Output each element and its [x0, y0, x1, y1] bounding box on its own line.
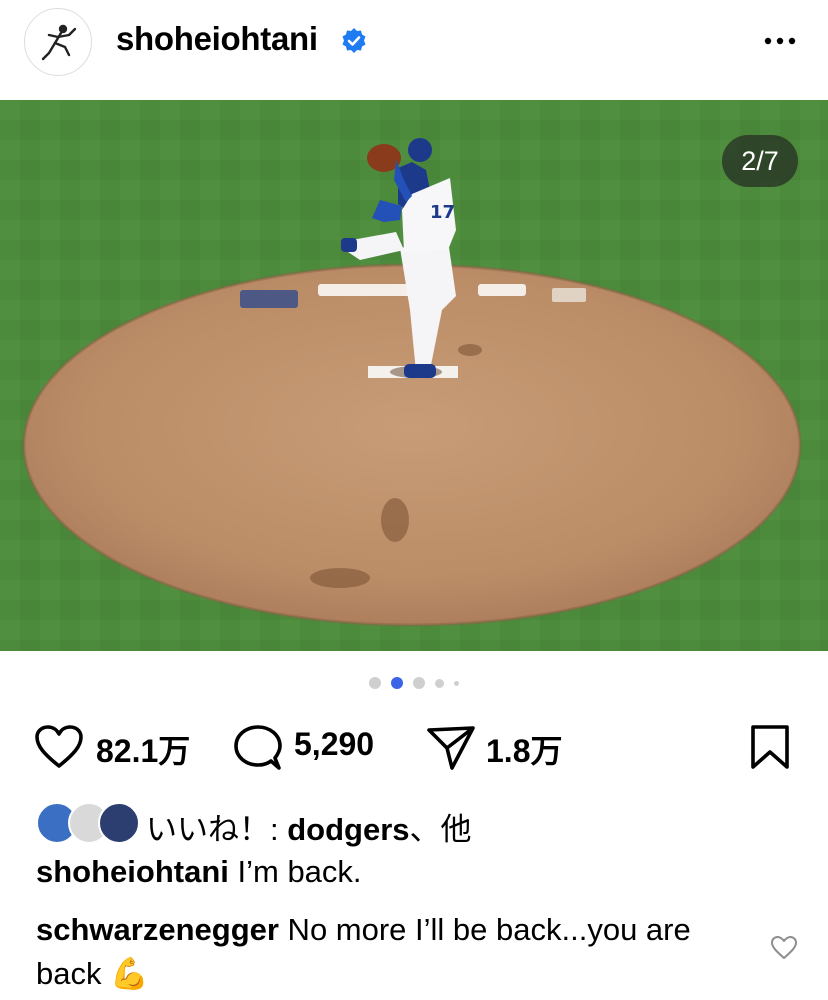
comment-like-heart-icon[interactable]: [770, 935, 798, 961]
more-options-icon[interactable]: [762, 24, 798, 58]
action-bar: 82.1万 5,290 1.8万: [0, 718, 828, 774]
heart-icon: [35, 725, 83, 768]
liked-by-prefix: いいね！:: [146, 812, 288, 847]
top-comment: schwarzenegger No more I’ll be back...yo…: [36, 908, 736, 996]
svg-text:17: 17: [430, 202, 455, 223]
comment-count: 5,290: [294, 726, 375, 762]
post-header: shoheiohtani: [0, 0, 828, 100]
post-photo[interactable]: 17 2/7: [0, 100, 828, 651]
comment-username[interactable]: schwarzenegger: [36, 912, 279, 947]
liked-by-suffix: 、他: [409, 812, 472, 847]
comment-icon: [234, 725, 282, 770]
carousel-dot: [413, 677, 425, 689]
like-count: 82.1万: [96, 733, 191, 769]
share-button[interactable]: 1.8万: [424, 718, 594, 774]
carousel-indicator: [0, 677, 828, 693]
profile-avatar[interactable]: [24, 8, 92, 76]
carousel-dot: [435, 678, 444, 688]
carousel-dot: [454, 680, 459, 686]
post-username[interactable]: shoheiohtani: [116, 20, 318, 58]
share-count: 1.8万: [486, 733, 563, 769]
carousel-dot-active: [391, 677, 403, 689]
liker-avatars: [36, 802, 140, 844]
like-button[interactable]: 82.1万: [30, 718, 210, 774]
caption-text: I’m back.: [228, 854, 362, 889]
liked-by-row[interactable]: いいね！: dodgers、他: [36, 800, 816, 847]
media-counter-badge: 2/7: [722, 135, 798, 187]
post-caption: shoheiohtani I’m back.: [36, 854, 362, 890]
share-icon: [427, 726, 475, 770]
verified-badge-icon: [342, 28, 366, 53]
bookmark-icon[interactable]: [748, 724, 792, 770]
caption-username[interactable]: shoheiohtani: [36, 854, 229, 889]
liked-by-text: いいね！: dodgers、他: [146, 804, 472, 849]
liker-avatar: [98, 802, 140, 844]
liked-by-user[interactable]: dodgers: [287, 812, 409, 847]
carousel-dot: [369, 677, 381, 689]
pitcher-mound-image: 17: [0, 100, 828, 651]
comment-button[interactable]: 5,290: [230, 718, 410, 774]
